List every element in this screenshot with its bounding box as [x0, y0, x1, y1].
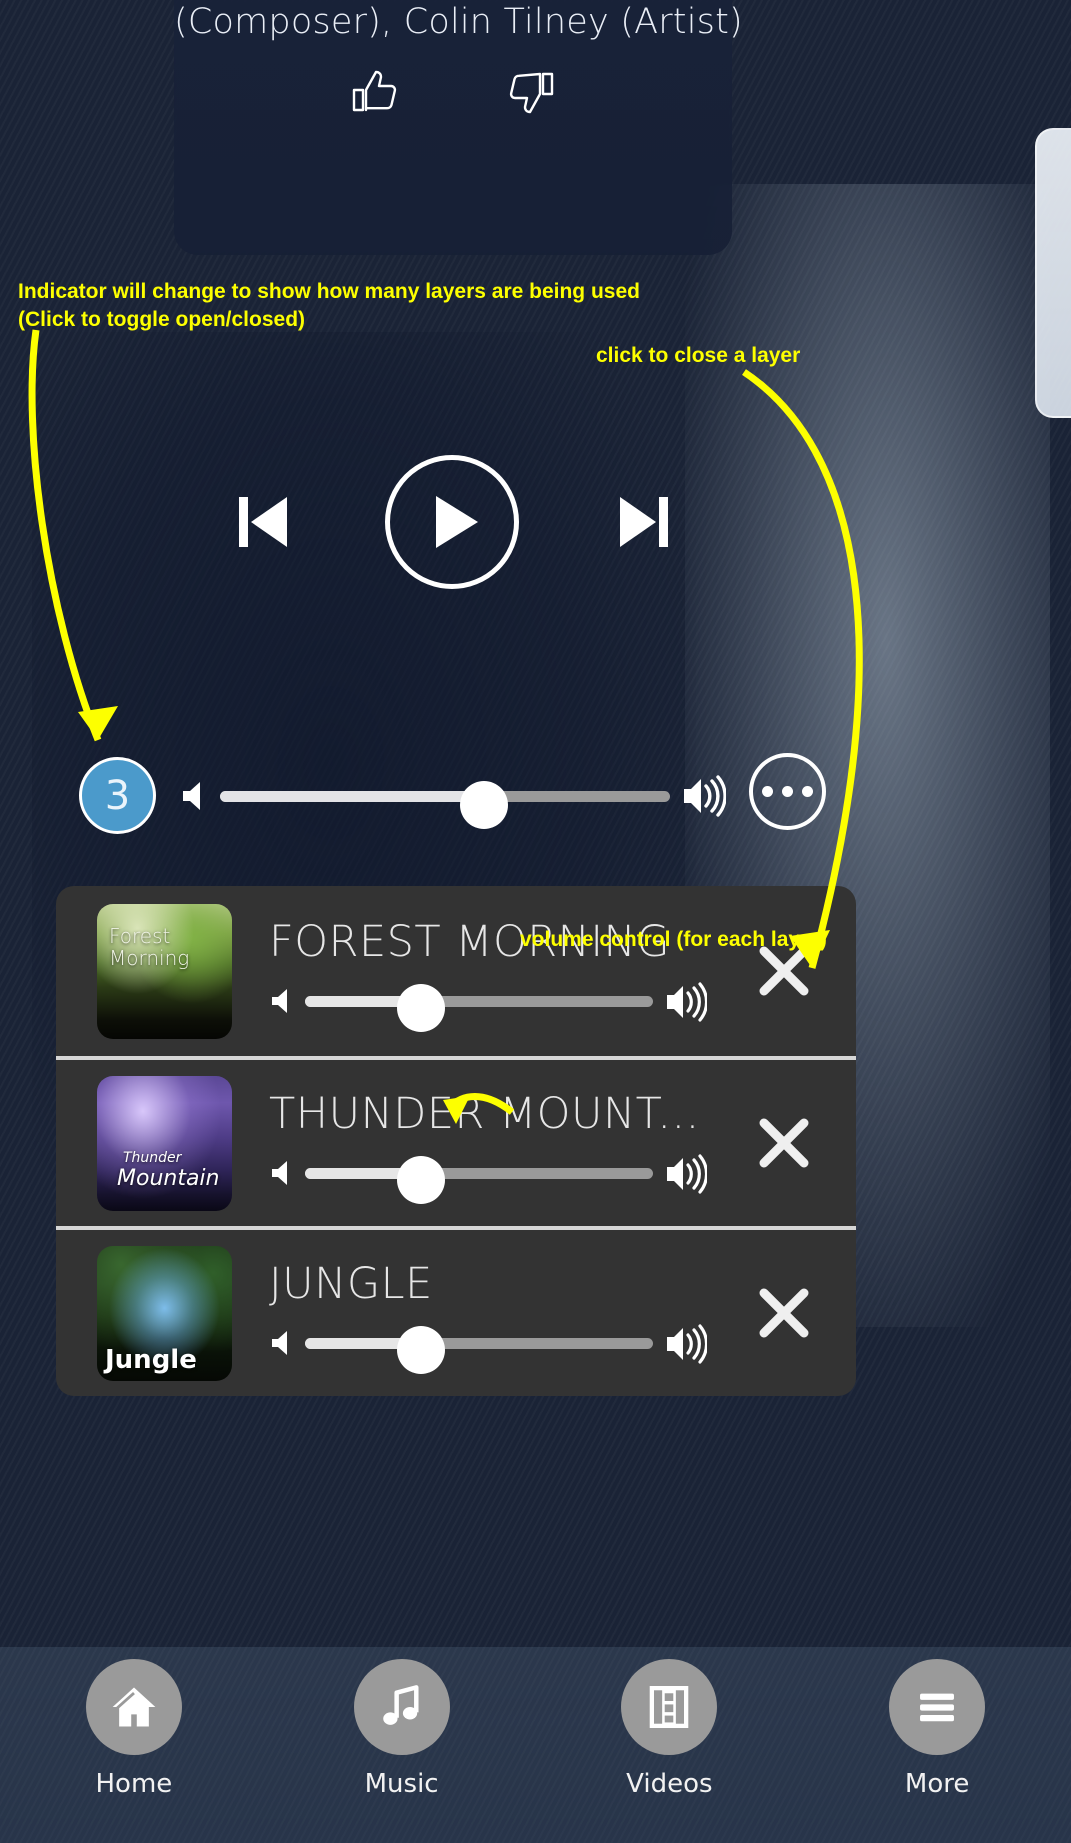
- adjacent-card-edge[interactable]: [1035, 128, 1071, 418]
- volume-high-icon: [665, 982, 709, 1022]
- annotation-indicator-text: Indicator will change to show how many l…: [18, 280, 640, 331]
- nav-item-music[interactable]: Music: [268, 1647, 536, 1843]
- play-icon[interactable]: [385, 455, 519, 589]
- nav-item-home[interactable]: Home: [0, 1647, 268, 1843]
- annotation-volume-control-text: volume control (for each layer): [520, 928, 827, 951]
- volume-low-icon: [269, 1158, 299, 1188]
- layer-volume-slider[interactable]: [305, 1156, 653, 1204]
- artwork-label-line1: Jungle: [105, 1344, 197, 1375]
- close-icon[interactable]: [756, 1285, 812, 1341]
- music-note-icon[interactable]: [353, 1659, 450, 1755]
- layer-volume-slider[interactable]: [305, 984, 653, 1032]
- layer-count-indicator[interactable]: 3: [79, 757, 156, 834]
- artwork-label-line2: Mountain: [117, 1165, 220, 1191]
- now-playing-title: (Composer), Colin Tilney (Artist): [174, 2, 743, 42]
- layers-panel: Forest Morning FOREST MORNING Thunder Mo…: [56, 886, 856, 1396]
- more-options-icon[interactable]: [749, 753, 826, 830]
- hamburger-menu-icon[interactable]: [889, 1659, 986, 1755]
- main-volume-thumb[interactable]: [460, 781, 508, 829]
- layer-row: Thunder Mountain THUNDER MOUNT...: [56, 1056, 856, 1226]
- layer-volume-thumb[interactable]: [397, 1326, 445, 1374]
- thunder-mountain-artwork[interactable]: Thunder Mountain: [97, 1075, 232, 1211]
- main-volume-fill: [220, 791, 484, 802]
- artwork-label-line1: Thunder: [123, 1149, 182, 1166]
- main-volume-row: 3: [0, 753, 1071, 860]
- more-dot: [802, 786, 813, 797]
- volume-low-icon: [180, 779, 214, 813]
- bottom-navigation: Home Music Videos More: [0, 1647, 1071, 1843]
- nav-item-more[interactable]: More: [803, 1647, 1071, 1843]
- main-volume-slider[interactable]: [220, 781, 670, 829]
- volume-high-icon: [665, 1154, 709, 1194]
- artwork-label-line1: Forest: [109, 923, 171, 948]
- layer-volume-slider[interactable]: [305, 1326, 653, 1374]
- film-strip-icon[interactable]: [621, 1659, 718, 1755]
- more-dot: [762, 786, 773, 797]
- volume-high-icon: [665, 1324, 709, 1364]
- more-dot: [782, 786, 793, 797]
- skip-next-icon[interactable]: [618, 491, 670, 553]
- skip-previous-icon[interactable]: [237, 491, 289, 553]
- volume-low-icon: [269, 1328, 299, 1358]
- nav-label: Music: [364, 1769, 439, 1799]
- artwork-label-line2: Morning: [109, 945, 190, 970]
- now-playing-card: (Composer), Colin Tilney (Artist): [174, 0, 743, 255]
- annotation-close-layer-text: click to close a layer: [596, 344, 801, 367]
- layer-row: Jungle JUNGLE: [56, 1226, 856, 1396]
- nav-label: More: [904, 1769, 970, 1799]
- volume-low-icon: [269, 986, 299, 1016]
- forest-morning-artwork[interactable]: Forest Morning: [97, 903, 232, 1039]
- rating-buttons: [174, 68, 732, 116]
- layer-volume-thumb[interactable]: [397, 984, 445, 1032]
- transport-controls: [0, 455, 1071, 590]
- thumbs-down-icon[interactable]: [508, 68, 556, 116]
- volume-high-icon: [682, 775, 727, 817]
- nav-label: Home: [95, 1769, 173, 1799]
- nav-item-videos[interactable]: Videos: [536, 1647, 804, 1843]
- nav-label: Videos: [626, 1769, 713, 1799]
- home-icon[interactable]: [85, 1659, 182, 1755]
- layer-volume-thumb[interactable]: [397, 1156, 445, 1204]
- jungle-artwork[interactable]: Jungle: [97, 1245, 232, 1381]
- thumbs-up-icon[interactable]: [350, 68, 398, 116]
- layer-row: Forest Morning FOREST MORNING: [56, 886, 856, 1056]
- close-icon[interactable]: [756, 1115, 812, 1171]
